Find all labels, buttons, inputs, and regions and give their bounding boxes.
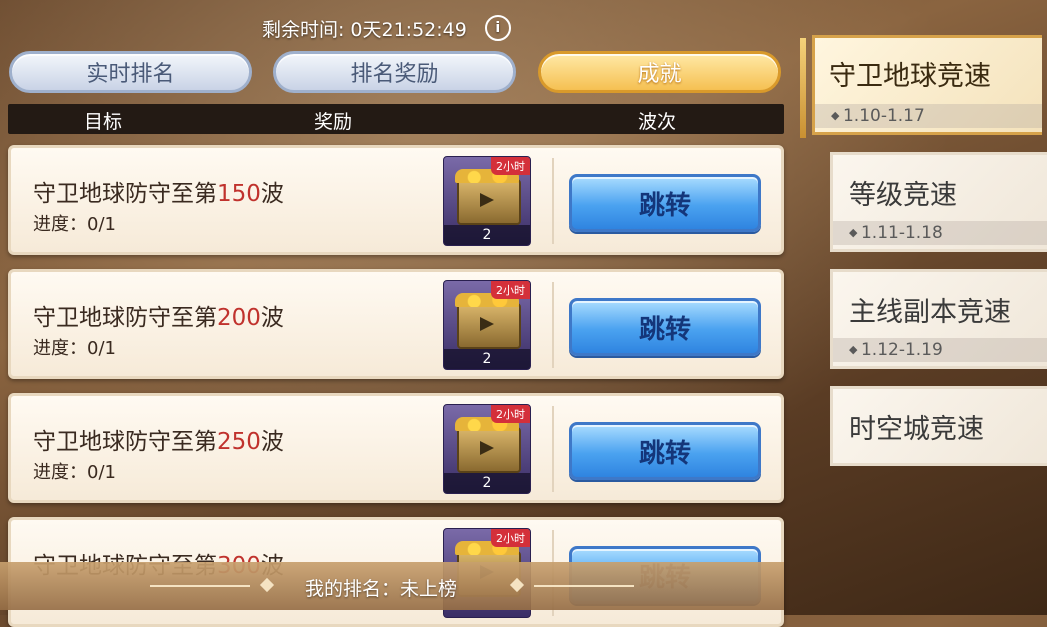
achievement-progress: 进度：0/1 xyxy=(33,338,116,359)
treasure-chest-icon xyxy=(455,417,521,473)
my-rank-bar: 我的排名：未上榜 xyxy=(0,562,784,610)
divider xyxy=(552,282,554,368)
title-suffix: 波 xyxy=(260,305,284,331)
reward-chest[interactable]: 2小时 2 xyxy=(443,156,531,246)
achievement-progress: 进度：0/1 xyxy=(33,214,116,235)
decor-line xyxy=(150,585,250,587)
title-prefix: 守卫地球防守至第 xyxy=(33,429,217,455)
reward-count: 2 xyxy=(444,473,530,493)
decor-line xyxy=(534,585,634,587)
title-wave-number: 150 xyxy=(217,181,261,207)
achievement-row: 守卫地球防守至第150波 进度：0/1 2小时 2 跳转 xyxy=(8,145,784,255)
reward-chest[interactable]: 2小时 2 xyxy=(443,280,531,370)
achievement-row: 守卫地球防守至第200波 进度：0/1 2小时 2 跳转 xyxy=(8,269,784,379)
diamond-icon xyxy=(509,577,525,593)
column-reward: 奖励 xyxy=(314,111,353,133)
event-dates: 1.12-1.19 xyxy=(833,338,1047,362)
tab-achievements[interactable]: 成就 xyxy=(538,51,781,93)
event-dates: 1.11-1.18 xyxy=(833,221,1047,245)
event-tab-level[interactable]: 等级竞速 1.11-1.18 xyxy=(830,152,1047,252)
timer-label: 剩余时间: xyxy=(262,18,345,41)
achievement-title: 守卫地球防守至第200波 xyxy=(33,298,284,332)
event-tab-main-dungeon[interactable]: 主线副本竞速 1.12-1.19 xyxy=(830,269,1047,369)
reward-time-badge: 2小时 xyxy=(491,157,530,175)
divider xyxy=(552,406,554,492)
tab-label: 实时排名 xyxy=(86,62,175,87)
achievement-title: 守卫地球防守至第150波 xyxy=(33,174,284,208)
title-prefix: 守卫地球防守至第 xyxy=(33,305,217,331)
title-suffix: 波 xyxy=(260,429,284,455)
tab-ranking-rewards[interactable]: 排名奖励 xyxy=(273,51,516,93)
reward-count: 2 xyxy=(444,349,530,369)
event-tab-defend-earth[interactable]: 守卫地球竞速 1.10-1.17 xyxy=(812,35,1042,135)
title-suffix: 波 xyxy=(260,181,284,207)
column-wave: 波次 xyxy=(638,111,677,133)
tab-realtime-ranking[interactable]: 实时排名 xyxy=(9,51,252,93)
reward-time-badge: 2小时 xyxy=(491,281,530,299)
reward-time-badge: 2小时 xyxy=(491,529,530,547)
reward-count: 2 xyxy=(444,225,530,245)
info-icon[interactable]: i xyxy=(484,15,511,41)
selection-indicator xyxy=(800,38,806,138)
timer-value: 0天21:52:49 xyxy=(350,18,467,41)
event-name: 等级竞速 xyxy=(849,180,957,211)
tab-label: 成就 xyxy=(637,62,682,87)
achievement-row: 守卫地球防守至第250波 进度：0/1 2小时 2 跳转 xyxy=(8,393,784,503)
diamond-icon xyxy=(259,577,275,593)
reward-chest[interactable]: 2小时 2 xyxy=(443,404,531,494)
reward-time-badge: 2小时 xyxy=(491,405,530,423)
jump-button[interactable]: 跳转 xyxy=(569,422,761,480)
event-name: 主线副本竞速 xyxy=(849,297,1011,328)
column-header: 目标 奖励 波次 xyxy=(8,104,784,134)
title-wave-number: 200 xyxy=(217,305,261,331)
tab-label: 排名奖励 xyxy=(350,62,439,87)
treasure-chest-icon xyxy=(455,169,521,225)
achievement-progress: 进度：0/1 xyxy=(33,462,116,483)
title-prefix: 守卫地球防守至第 xyxy=(33,181,217,207)
event-tab-spacetime-city[interactable]: 时空城竞速 xyxy=(830,386,1047,466)
treasure-chest-icon xyxy=(455,293,521,349)
achievement-title: 守卫地球防守至第250波 xyxy=(33,422,284,456)
title-wave-number: 250 xyxy=(217,429,261,455)
remaining-time: 剩余时间: 0天21:52:49 i xyxy=(262,14,511,42)
my-rank-text: 我的排名：未上榜 xyxy=(305,578,458,600)
column-target: 目标 xyxy=(84,111,123,133)
event-dates: 1.10-1.17 xyxy=(815,104,1042,128)
event-name: 守卫地球竞速 xyxy=(829,61,991,92)
event-name: 时空城竞速 xyxy=(849,414,984,445)
jump-button[interactable]: 跳转 xyxy=(569,298,761,356)
jump-button[interactable]: 跳转 xyxy=(569,174,761,232)
divider xyxy=(552,158,554,244)
